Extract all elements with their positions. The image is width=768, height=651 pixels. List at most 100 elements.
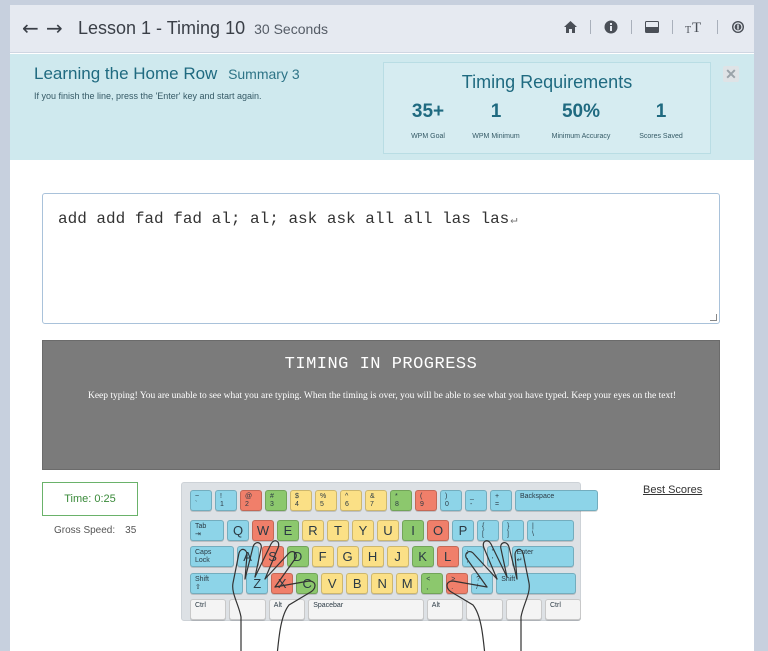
key-label: ( 9	[420, 493, 424, 508]
key-c[interactable]: C	[296, 573, 319, 594]
key-label: @ 2	[245, 493, 253, 508]
lesson-title: Lesson 1 - Timing 10 30 Seconds	[78, 18, 328, 39]
key-x[interactable]: X	[271, 573, 294, 594]
key-label: Caps Lock	[195, 549, 212, 564]
key-blank[interactable]	[505, 599, 542, 620]
key-p[interactable]: P	[452, 520, 474, 541]
key-label: $ 4	[295, 493, 299, 508]
close-button[interactable]: ✕	[723, 66, 739, 82]
key-h[interactable]: H	[361, 546, 384, 567]
key-b[interactable]: B	[346, 573, 369, 594]
key-m[interactable]: M	[396, 573, 419, 594]
key-g[interactable]: G	[336, 546, 359, 567]
key-label: U	[383, 523, 393, 538]
key-9[interactable]: ( 9	[415, 490, 437, 511]
key-label: > .	[451, 576, 456, 591]
key-label: P	[458, 523, 468, 538]
info-icon[interactable]	[603, 19, 619, 35]
key-blank[interactable]: + =	[490, 490, 512, 511]
key-a[interactable]: A	[236, 546, 259, 567]
requirement-wpm-minimum: 1 WPM Minimum	[464, 99, 528, 140]
key-ctrl[interactable]: Ctrl	[545, 599, 582, 620]
key-s[interactable]: S	[261, 546, 284, 567]
key-lock[interactable]: Caps Lock	[190, 546, 234, 567]
key-u[interactable]: U	[377, 520, 399, 541]
key-r[interactable]: R	[302, 520, 324, 541]
key-blank[interactable]: { [	[477, 520, 499, 541]
key-7[interactable]: & 7	[365, 490, 387, 511]
key-label: F	[318, 549, 327, 564]
key-label: H	[367, 549, 378, 564]
key-i[interactable]: I	[402, 520, 424, 541]
key-8[interactable]: * 8	[390, 490, 412, 511]
key-q[interactable]: Q	[227, 520, 249, 541]
key-4[interactable]: $ 4	[290, 490, 312, 511]
requirement-label: Minimum Accuracy	[551, 133, 611, 140]
timer-display: Time: 0:25	[42, 482, 138, 516]
keyboard-toggle-icon[interactable]	[644, 19, 660, 35]
key-blank[interactable]: _ -	[465, 490, 487, 511]
key-j[interactable]: J	[386, 546, 409, 567]
key-blank[interactable]: | \	[527, 520, 575, 541]
key-5[interactable]: % 5	[315, 490, 337, 511]
key-blank[interactable]: > .	[446, 573, 469, 594]
key-e[interactable]: E	[277, 520, 299, 541]
requirement-value: 1	[490, 101, 502, 122]
arrow-left-icon[interactable]: ←	[22, 16, 39, 40]
summary-number: Summary 3	[228, 66, 300, 82]
key-k[interactable]: K	[411, 546, 434, 567]
key-label: M	[401, 576, 413, 591]
key-blank[interactable]: " '	[486, 546, 509, 567]
typing-text-area[interactable]: add add fad fad al; al; ask ask all all …	[42, 193, 720, 324]
key-shift[interactable]: Shift	[496, 573, 576, 594]
requirement-scores-saved: 1 Scores Saved	[629, 99, 693, 140]
key-z[interactable]: Z	[246, 573, 269, 594]
key-v[interactable]: V	[321, 573, 344, 594]
key-blank[interactable]: ? /	[471, 573, 494, 594]
key-label: ^ 6	[345, 493, 349, 508]
key-alt[interactable]: Alt	[268, 599, 306, 620]
key-blank[interactable]: Enter ↵	[511, 546, 575, 567]
key-blank[interactable]: < ,	[421, 573, 444, 594]
key-label: Spacebar	[313, 602, 344, 609]
key-w[interactable]: W	[252, 520, 274, 541]
key-label: ! 1	[220, 493, 224, 508]
key-backspace[interactable]: Backspace	[515, 490, 599, 511]
key-t[interactable]: T	[327, 520, 349, 541]
key-0[interactable]: ) 0	[440, 490, 462, 511]
key-blank[interactable]	[466, 599, 503, 620]
lesson-name: Lesson 1 - Timing 10	[78, 18, 246, 38]
key-n[interactable]: N	[371, 573, 394, 594]
key-1[interactable]: ! 1	[215, 490, 237, 511]
resize-handle[interactable]	[710, 314, 717, 321]
key-alt[interactable]: Alt	[426, 599, 464, 620]
text-size-icon[interactable]: TT	[685, 19, 705, 35]
settings-icon[interactable]	[730, 19, 746, 35]
key-blank[interactable]: : ;	[461, 546, 484, 567]
best-scores-link[interactable]: Best Scores	[643, 484, 702, 496]
key-label: Shift ⇧	[195, 576, 210, 591]
key-l[interactable]: L	[436, 546, 459, 567]
key-label: { [	[482, 523, 485, 538]
key-3[interactable]: # 3	[265, 490, 287, 511]
key-blank[interactable]: Shift ⇧	[190, 573, 244, 594]
key-y[interactable]: Y	[352, 520, 374, 541]
key-6[interactable]: ^ 6	[340, 490, 362, 511]
key-ctrl[interactable]: Ctrl	[190, 599, 227, 620]
key-spacebar[interactable]: Spacebar	[308, 599, 424, 620]
key-o[interactable]: O	[427, 520, 449, 541]
key-label: B	[352, 576, 362, 591]
key-label: N	[377, 576, 387, 591]
key-d[interactable]: D	[286, 546, 309, 567]
top-bar: ← → Lesson 1 - Timing 10 30 Seconds TT	[10, 5, 754, 53]
gross-speed: Gross Speed: 35	[54, 525, 136, 536]
virtual-keyboard: ~ ` ! 1 @ 2 # 3 $ 4 % 5 ^ 6 & 7 * 8 ( 9) 0 _ - + = B…	[181, 482, 599, 621]
key-blank[interactable]: } ]	[502, 520, 524, 541]
key-2[interactable]: @ 2	[240, 490, 262, 511]
key-f[interactable]: F	[311, 546, 334, 567]
arrow-right-icon[interactable]: →	[46, 16, 63, 40]
key-blank[interactable]: ~ `	[190, 490, 212, 511]
key-blank[interactable]: Tab ⇥	[190, 520, 224, 541]
home-icon[interactable]	[562, 19, 578, 35]
key-blank[interactable]	[229, 599, 266, 620]
